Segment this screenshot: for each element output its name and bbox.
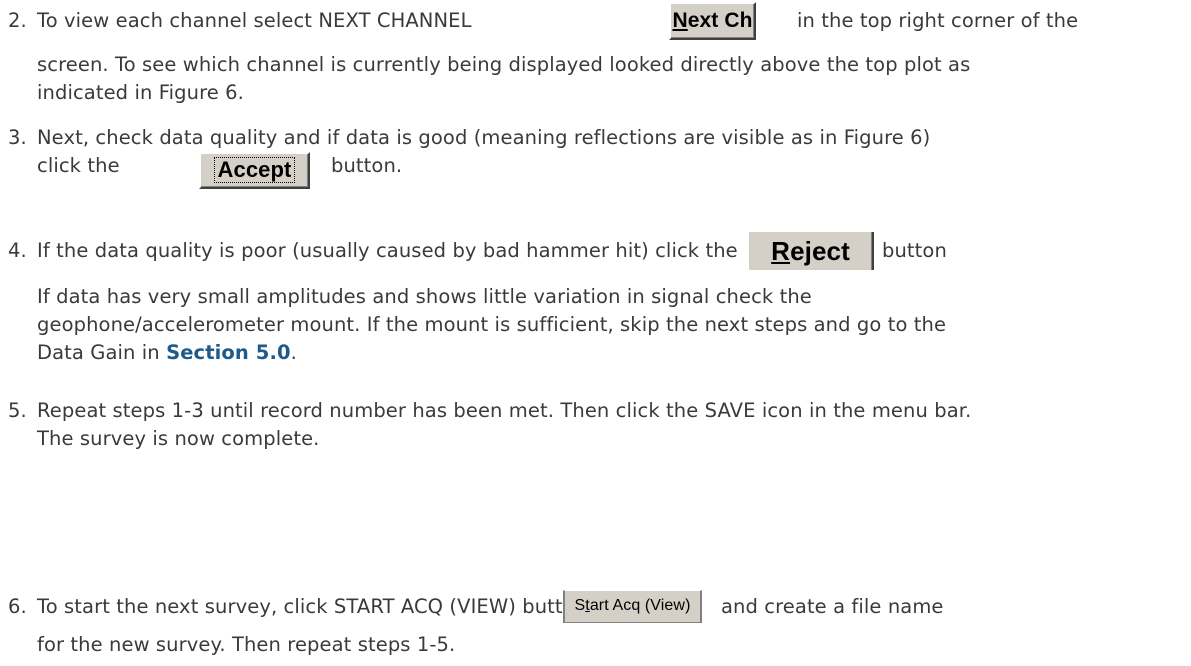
step-text: geophone/accelerometer mount. If the mou…: [37, 313, 947, 336]
step-number: 2.: [8, 9, 27, 32]
start-acq-view-button[interactable]: Start Acq (View): [563, 590, 702, 623]
step-2: 2. To view each channel select NEXT CHAN…: [0, 0, 1191, 110]
button-label-part: art Acq (View): [589, 597, 691, 614]
step-text-part: Data Gain in: [37, 341, 167, 364]
button-label-part: S: [574, 597, 586, 614]
button-mnemonic: N: [672, 9, 688, 32]
button-label: ext Ch: [687, 9, 753, 32]
step-text: To start the next survey, click START AC…: [37, 595, 588, 618]
step-text: for the new survey. Then repeat steps 1-…: [37, 633, 456, 656]
button-label: eject: [790, 236, 850, 266]
step-number: 4.: [8, 239, 27, 262]
step-text: in the top right corner of the: [797, 9, 1079, 32]
step-text: To view each channel select NEXT CHANNEL: [37, 9, 472, 32]
step-text: Repeat steps 1-3 until record number has…: [37, 399, 972, 422]
step-text: indicated in Figure 6.: [37, 81, 244, 104]
button-label: Accept: [213, 157, 296, 183]
step-text: and create a file name: [721, 595, 944, 618]
step-text: The survey is now complete.: [37, 427, 320, 450]
accept-button[interactable]: Accept: [199, 152, 310, 189]
button-mnemonic: R: [771, 236, 791, 266]
step-text-part: .: [290, 341, 297, 364]
step-number: 5.: [8, 399, 27, 422]
step-text: If data has very small amplitudes and sh…: [37, 285, 812, 308]
step-text: If the data quality is poor (usually cau…: [37, 239, 738, 262]
step-text: Data Gain in Section 5.0.: [37, 340, 297, 366]
step-text: button: [882, 239, 947, 262]
next-channel-button[interactable]: Next Ch: [669, 2, 756, 40]
step-text: click the: [37, 154, 120, 177]
step-number: 6.: [8, 595, 27, 618]
step-number: 3.: [8, 126, 27, 149]
step-text: button.: [331, 154, 403, 177]
section-link[interactable]: Section 5.0: [166, 341, 291, 364]
step-text: screen. To see which channel is currentl…: [37, 53, 971, 76]
reject-button[interactable]: Reject: [749, 232, 874, 270]
step-text: Next, check data quality and if data is …: [37, 126, 931, 149]
